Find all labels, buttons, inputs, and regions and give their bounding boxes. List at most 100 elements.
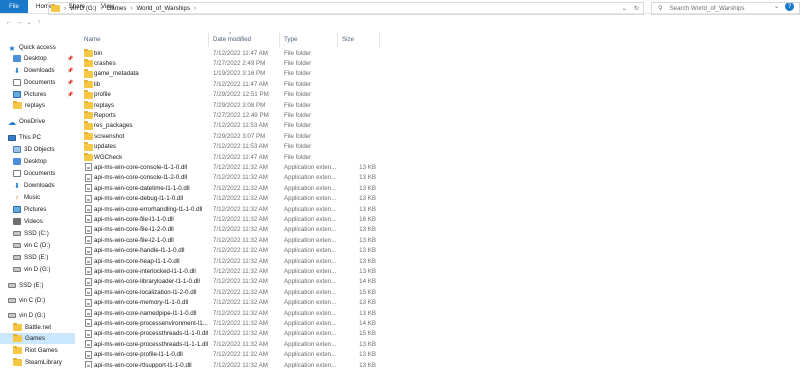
file-type: Application exten...: [284, 236, 337, 244]
refresh-icon[interactable]: ↻: [634, 5, 639, 12]
dll-file-icon: [85, 319, 92, 328]
file-row[interactable]: api-ms-win-core-debug-l1-1-0.dll 7/12/202…: [84, 194, 384, 204]
address-dropdown-icon[interactable]: ⌄: [622, 5, 627, 12]
file-row[interactable]: api-ms-win-core-handle-l1-1-0.dll 7/12/20…: [84, 246, 384, 256]
file-date-modified: 7/12/2022 11:32 AM: [213, 226, 268, 234]
nav-item-desktop[interactable]: Desktop: [0, 156, 75, 167]
file-row[interactable]: WGCheck 7/12/2022 11:47 AM File folder: [84, 152, 384, 162]
nav-item-downloads-pinned[interactable]: ⬇ Downloads 📌: [0, 65, 75, 76]
nav-item-ssd-c[interactable]: SSD (C:): [0, 228, 75, 239]
file-row[interactable]: profile 7/29/2022 12:51 PM File folder: [84, 90, 384, 100]
file-size: 13 KB: [359, 164, 376, 172]
file-row[interactable]: lib 7/12/2022 11:47 AM File folder: [84, 79, 384, 89]
file-row[interactable]: api-ms-win-core-processthreads-l1-1-0.dl…: [84, 329, 384, 339]
file-row[interactable]: api-ms-win-core-errorhandling-l1-1-0.dll…: [84, 204, 384, 214]
file-type: Application exten...: [284, 257, 337, 265]
nav-item-vin-d-g[interactable]: vin D (G:): [0, 264, 75, 275]
column-header-name[interactable]: Name: [84, 36, 101, 43]
nav-item-label: Music: [24, 194, 41, 201]
nav-item-games[interactable]: Games: [0, 333, 75, 344]
file-row[interactable]: Reports 7/27/2022 12:49 PM File folder: [84, 110, 384, 120]
file-type: Application exten...: [284, 174, 337, 182]
nav-item-battle-net[interactable]: Battle.net: [0, 322, 75, 333]
file-row[interactable]: api-ms-win-core-libraryloader-l1-1-0.dll…: [84, 277, 384, 287]
file-name: api-ms-win-core-debug-l1-1-0.dll: [94, 195, 184, 203]
breadcrumb-games[interactable]: Games: [106, 5, 126, 12]
file-row[interactable]: api-ms-win-core-datetime-l1-1-0.dll 7/12/…: [84, 183, 384, 193]
column-divider[interactable]: [337, 33, 338, 47]
file-row[interactable]: api-ms-win-core-processthreads-l1-1-1.dl…: [84, 339, 384, 349]
file-row[interactable]: api-ms-win-core-interlocked-l1-1-0.dll 7/…: [84, 266, 384, 276]
column-divider[interactable]: [279, 33, 280, 47]
tab-file[interactable]: File: [0, 0, 28, 13]
recent-locations-button[interactable]: ⌄: [24, 19, 34, 26]
column-divider[interactable]: [208, 33, 209, 47]
search-box[interactable]: ⚲ Search World_of_Warships: [651, 2, 800, 15]
file-row[interactable]: api-ms-win-core-rtlsupport-l1-1-0.dll 7/1…: [84, 360, 384, 368]
file-row[interactable]: api-ms-win-core-localization-l1-2-0.dll 7…: [84, 287, 384, 297]
nav-item-label: SteamLibrary: [25, 359, 62, 366]
nav-item-steamlibrary[interactable]: SteamLibrary: [0, 357, 75, 368]
dll-file-icon: [85, 236, 92, 245]
nav-item-label: Pictures: [24, 91, 47, 98]
file-row[interactable]: game_metadata 1/19/2022 3:16 PM File folde…: [84, 69, 384, 79]
nav-item-3d-objects[interactable]: 3D Objects: [0, 144, 75, 155]
file-row[interactable]: api-ms-win-core-file-l1-2-0.dll 7/12/2022…: [84, 225, 384, 235]
nav-item-documents-pinned[interactable]: Documents 📌: [0, 77, 75, 88]
file-name: api-ms-win-core-processthreads-l1-1-1.dl…: [94, 340, 209, 348]
file-row[interactable]: api-ms-win-core-console-l1-2-0.dll 7/12/2…: [84, 173, 384, 183]
file-row[interactable]: bin 7/12/2022 11:47 AM File folder: [84, 48, 384, 58]
pc-icon: [8, 134, 16, 141]
nav-item-onedrive[interactable]: ☁ OneDrive: [0, 116, 75, 127]
nav-item-videos[interactable]: Videos: [0, 216, 75, 227]
file-row[interactable]: updates 7/12/2022 11:53 AM File folder: [84, 142, 384, 152]
file-size: 16 KB: [359, 216, 376, 224]
nav-item-music[interactable]: ♪ Music: [0, 192, 75, 203]
breadcrumb-world-of-warships[interactable]: World_of_Warships: [136, 5, 190, 12]
file-size: 13 KB: [359, 226, 376, 234]
file-size: 15 KB: [359, 330, 376, 338]
column-header-type[interactable]: Type: [284, 36, 297, 43]
up-button[interactable]: ↑: [34, 19, 44, 26]
file-name: api-ms-win-core-heap-l1-1-0.dll: [94, 257, 180, 265]
file-type: Application exten...: [284, 278, 337, 286]
column-divider[interactable]: [379, 33, 380, 47]
nav-item-replays[interactable]: replays: [0, 100, 75, 111]
nav-item-this-pc[interactable]: This PC: [0, 132, 75, 143]
nav-item-quick-access[interactable]: ★ Quick access: [0, 42, 75, 53]
dll-file-icon: [85, 215, 92, 224]
pin-icon: 📌: [67, 91, 74, 98]
nav-item-vin-c-d[interactable]: vin C (D:): [0, 240, 75, 251]
dll-file-icon: [85, 329, 92, 338]
nav-item-downloads[interactable]: ⬇ Downloads: [0, 180, 75, 191]
column-header-date-modified[interactable]: Date modified: [213, 36, 251, 43]
file-row[interactable]: api-ms-win-core-profile-l1-1-0.dll 7/12/2…: [84, 350, 384, 360]
file-row[interactable]: api-ms-win-core-file-l1-1-0.dll 7/12/2022…: [84, 214, 384, 224]
file-row[interactable]: api-ms-win-core-processenvironment-l1...…: [84, 318, 384, 328]
file-row[interactable]: screenshot 7/29/2022 3:07 PM File folder: [84, 131, 384, 141]
file-row[interactable]: replays 7/29/2022 3:08 PM File folder: [84, 100, 384, 110]
file-date-modified: 7/12/2022 11:32 AM: [213, 361, 268, 368]
file-name: api-ms-win-core-file-l2-1-0.dll: [94, 236, 174, 244]
file-row[interactable]: api-ms-win-core-memory-l1-1-0.dll 7/12/20…: [84, 298, 384, 308]
breadcrumb-drive[interactable]: vin D (G:): [70, 5, 96, 12]
file-row[interactable]: crashes 7/27/2022 2:49 PM File folder: [84, 58, 384, 68]
back-button[interactable]: ←: [4, 19, 14, 26]
file-row[interactable]: res_packages 7/12/2022 11:53 AM File folde…: [84, 121, 384, 131]
forward-button[interactable]: →: [14, 19, 24, 26]
nav-item-ssd-e[interactable]: SSD (E:): [0, 252, 75, 263]
file-row[interactable]: api-ms-win-core-heap-l1-1-0.dll 7/12/2022…: [84, 256, 384, 266]
nav-item-vin-d-g-root[interactable]: vin D (G:): [0, 310, 75, 321]
nav-item-vin-c-d-root[interactable]: vin C (D:): [0, 295, 75, 306]
file-row[interactable]: api-ms-win-core-file-l2-1-0.dll 7/12/2022…: [84, 235, 384, 245]
file-row[interactable]: api-ms-win-core-console-l1-1-0.dll 7/12/2…: [84, 162, 384, 172]
nav-item-ssd-e-root[interactable]: SSD (E:): [0, 280, 75, 291]
nav-item-documents[interactable]: Documents: [0, 168, 75, 179]
column-header-size[interactable]: Size: [342, 36, 354, 43]
nav-item-riot-games[interactable]: Riot Games: [0, 345, 75, 356]
nav-item-pictures-pinned[interactable]: Pictures 📌: [0, 89, 75, 100]
nav-item-desktop-pinned[interactable]: Desktop 📌: [0, 53, 75, 64]
file-row[interactable]: api-ms-win-core-namedpipe-l1-1-0.dll 7/12…: [84, 308, 384, 318]
address-bar[interactable]: › vin D (G:) › Games › World_of_Warships…: [48, 2, 644, 15]
nav-item-pictures[interactable]: Pictures: [0, 204, 75, 215]
